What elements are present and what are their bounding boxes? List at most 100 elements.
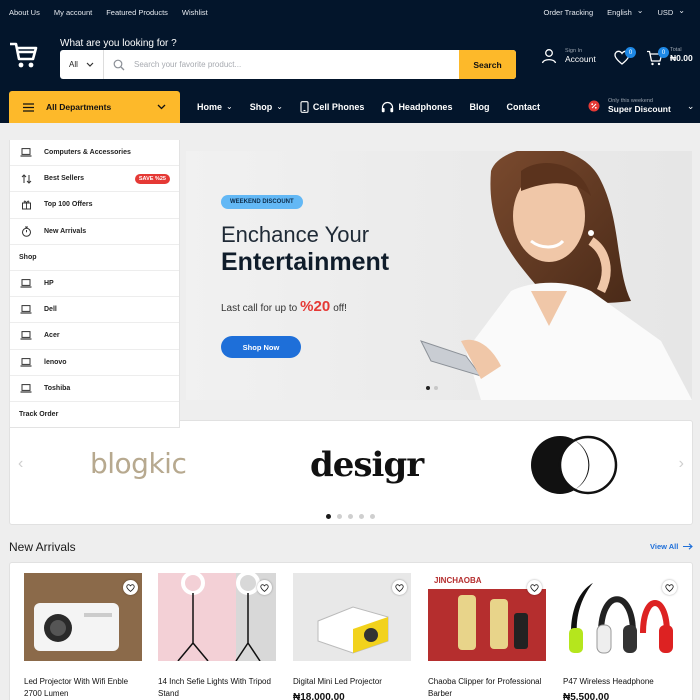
search-category-select[interactable]: All bbox=[60, 50, 104, 79]
arrow-right-icon bbox=[683, 543, 694, 550]
nav-home[interactable]: Home ⌄ bbox=[197, 102, 233, 112]
chevron-right-icon[interactable]: › bbox=[679, 455, 684, 473]
sidebar-item-toshiba[interactable]: Toshiba bbox=[10, 376, 179, 402]
language-dropdown[interactable]: English bbox=[607, 8, 643, 17]
hero-heading-line2: Entertainment bbox=[221, 248, 390, 276]
product-card[interactable]: P47 Wireless Headphone ₦5,500.00 bbox=[563, 573, 681, 700]
hero-heading-line1: Enchance Your bbox=[221, 222, 370, 247]
product-price: ₦18,000.00 bbox=[293, 691, 345, 700]
brand-logo-blogkic[interactable]: blogkic bbox=[90, 447, 187, 480]
shop-now-button[interactable]: Shop Now bbox=[221, 336, 301, 358]
hero-offer-percent: %20 bbox=[300, 298, 331, 315]
product-name[interactable]: Led Projector With Wifi Enble 2700 Lumen bbox=[24, 676, 142, 699]
slider-dot[interactable] bbox=[337, 514, 342, 519]
chevron-down-icon: ⌄ bbox=[276, 102, 283, 111]
top-right: Order Tracking English USD bbox=[544, 8, 685, 17]
search-bar: All Search bbox=[60, 50, 516, 79]
nav-shop[interactable]: Shop ⌄ bbox=[250, 102, 283, 112]
sidebar-heading-shop[interactable]: Shop bbox=[10, 245, 179, 271]
my-account-link[interactable]: My account bbox=[54, 8, 92, 17]
brand-carousel: ‹ › blogkic desigr bbox=[9, 420, 693, 525]
sidebar-heading-track-order[interactable]: Track Order bbox=[10, 402, 179, 428]
search-input[interactable] bbox=[134, 50, 459, 79]
product-name[interactable]: Digital Mini Led Projector bbox=[293, 676, 411, 688]
product-image[interactable]: JINCHAOBA bbox=[428, 573, 546, 661]
heart-icon[interactable] bbox=[662, 580, 677, 595]
chevron-left-icon[interactable]: ‹ bbox=[18, 455, 23, 473]
sidebar-item-label: Top 100 Offers bbox=[44, 201, 93, 209]
sidebar-item-lenovo[interactable]: lenovo bbox=[10, 350, 179, 376]
laptop-icon bbox=[20, 357, 32, 367]
product-name[interactable]: Chaoba Clipper for Professional Barber bbox=[428, 676, 546, 699]
brand-logo-circles[interactable] bbox=[530, 435, 620, 495]
slider-dot[interactable] bbox=[370, 514, 375, 519]
product-name[interactable]: P47 Wireless Headphone bbox=[563, 676, 681, 688]
product-card[interactable]: 14 Inch Sefie Lights With Tripod Stand bbox=[158, 573, 276, 700]
nav-blog[interactable]: Blog bbox=[469, 102, 489, 112]
product-image[interactable] bbox=[293, 573, 411, 661]
featured-products-link[interactable]: Featured Products bbox=[106, 8, 168, 17]
top-links: About Us My account Featured Products Wi… bbox=[9, 8, 208, 17]
laptop-icon bbox=[20, 383, 32, 393]
sort-icon bbox=[20, 174, 32, 184]
product-card[interactable]: JINCHAOBA Chaoba Clipper for Professiona… bbox=[428, 573, 546, 700]
heart-icon[interactable] bbox=[257, 580, 272, 595]
nav-headphones-label: Headphones bbox=[398, 101, 453, 112]
currency-dropdown[interactable]: USD bbox=[657, 8, 685, 17]
slider-dot[interactable] bbox=[434, 386, 438, 390]
super-discount-link[interactable]: Only this weekend Super Discount ⌄ bbox=[588, 98, 694, 114]
product-image[interactable] bbox=[563, 573, 681, 661]
product-name[interactable]: 14 Inch Sefie Lights With Tripod Stand bbox=[158, 676, 276, 699]
heart-icon[interactable] bbox=[392, 580, 407, 595]
sidebar-item-computers[interactable]: Computers & Accessories bbox=[10, 140, 179, 167]
slider-dot[interactable] bbox=[426, 386, 430, 390]
slider-dot[interactable] bbox=[359, 514, 364, 519]
nav-links: Home ⌄ Shop ⌄ Cell Phones Headphones Blo… bbox=[197, 90, 557, 123]
product-image[interactable] bbox=[24, 573, 142, 661]
chevron-down-icon bbox=[86, 62, 94, 67]
nav-headphones[interactable]: Headphones bbox=[381, 101, 452, 113]
cart-button[interactable]: 0 bbox=[646, 47, 669, 71]
product-card[interactable]: Digital Mini Led Projector ₦18,000.00 bbox=[293, 573, 411, 700]
product-card[interactable]: Led Projector With Wifi Enble 2700 Lumen bbox=[24, 573, 142, 700]
sidebar-item-acer[interactable]: Acer bbox=[10, 323, 179, 350]
wishlist-link[interactable]: Wishlist bbox=[182, 8, 208, 17]
wishlist-count-badge: 0 bbox=[625, 47, 636, 58]
cart-total-amount: ₦0.00 bbox=[670, 53, 693, 63]
nav-blog-label: Blog bbox=[469, 101, 490, 112]
order-tracking-link[interactable]: Order Tracking bbox=[544, 8, 594, 17]
product-grid: Led Projector With Wifi Enble 2700 Lumen… bbox=[9, 562, 693, 700]
slider-dot[interactable] bbox=[326, 514, 331, 519]
hero-banner[interactable]: WEEKEND DISCOUNT Enchance Your Entertain… bbox=[186, 151, 692, 400]
search-icon bbox=[104, 50, 134, 79]
sidebar-item-dell[interactable]: Dell bbox=[10, 297, 179, 324]
cart-total[interactable]: Total ₦0.00 bbox=[670, 47, 693, 63]
gift-icon bbox=[20, 200, 32, 210]
search-tagline: What are you looking for ? bbox=[60, 38, 177, 49]
hero-offer-suffix: off! bbox=[333, 303, 347, 314]
wishlist-button[interactable]: 0 bbox=[614, 47, 636, 70]
nav-shop-label: Shop bbox=[249, 101, 273, 112]
view-all-label: View All bbox=[650, 542, 679, 551]
product-image[interactable] bbox=[158, 573, 276, 661]
cart-logo-icon[interactable] bbox=[8, 40, 38, 70]
cart-count-badge: 0 bbox=[658, 47, 669, 58]
brand-logo-design[interactable]: desigr bbox=[310, 445, 424, 485]
all-departments-button[interactable]: All Departments bbox=[9, 91, 180, 123]
search-button[interactable]: Search bbox=[459, 50, 516, 79]
sidebar-item-hp[interactable]: HP bbox=[10, 271, 179, 298]
laptop-icon bbox=[20, 305, 32, 315]
sidebar-item-best-sellers[interactable]: Best Sellers SAVE %25 bbox=[10, 166, 179, 193]
heart-icon[interactable] bbox=[123, 580, 138, 595]
sidebar-item-top-offers[interactable]: Top 100 Offers bbox=[10, 192, 179, 219]
sidebar-item-new-arrivals[interactable]: New Arrivals bbox=[10, 219, 179, 245]
user-icon bbox=[541, 49, 557, 64]
heart-icon[interactable] bbox=[527, 580, 542, 595]
product-price: ₦5,500.00 bbox=[563, 691, 610, 700]
about-us-link[interactable]: About Us bbox=[9, 8, 40, 17]
nav-cell-phones[interactable]: Cell Phones bbox=[300, 100, 364, 113]
account-link[interactable]: Sign In Account bbox=[541, 48, 596, 64]
view-all-link[interactable]: View All bbox=[650, 542, 694, 551]
slider-dot[interactable] bbox=[348, 514, 353, 519]
nav-contact[interactable]: Contact bbox=[506, 102, 540, 112]
